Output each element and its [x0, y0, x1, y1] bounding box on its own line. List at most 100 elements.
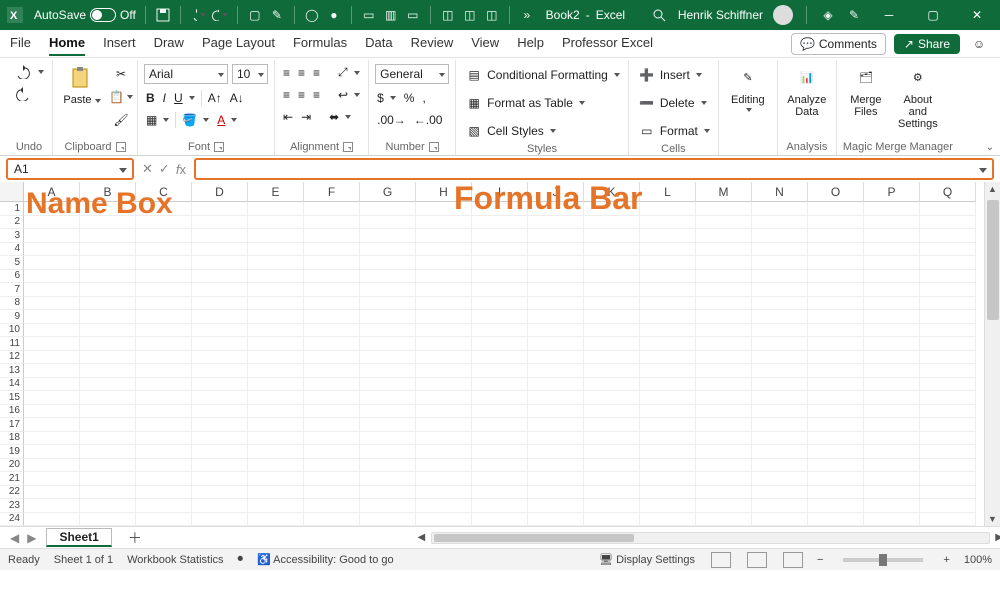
merge-center-button[interactable]: ⬌	[327, 109, 353, 125]
cell-G8[interactable]	[360, 297, 416, 311]
name-box[interactable]: A1	[6, 158, 134, 180]
row-header-11[interactable]: 11	[0, 337, 24, 351]
cell-L10[interactable]	[640, 324, 696, 338]
cell-Q11[interactable]	[920, 337, 976, 351]
undo-icon[interactable]	[190, 7, 206, 23]
cell-I18[interactable]	[472, 432, 528, 446]
cell-L7[interactable]	[640, 283, 696, 297]
cell-J6[interactable]	[528, 270, 584, 284]
column-header-F[interactable]: F	[304, 182, 360, 202]
column-header-C[interactable]: C	[136, 182, 192, 202]
row-header-6[interactable]: 6	[0, 270, 24, 284]
wrap-text-button[interactable]: ↩	[336, 87, 362, 103]
cell-P1[interactable]	[864, 202, 920, 216]
cell-I12[interactable]	[472, 351, 528, 365]
row-header-5[interactable]: 5	[0, 256, 24, 270]
cell-J16[interactable]	[528, 405, 584, 419]
cell-K16[interactable]	[584, 405, 640, 419]
cell-H3[interactable]	[416, 229, 472, 243]
cell-N12[interactable]	[752, 351, 808, 365]
add-sheet-button[interactable]: ＋	[128, 528, 142, 548]
cell-I24[interactable]	[472, 513, 528, 527]
row-header-1[interactable]: 1	[0, 202, 24, 216]
cell-M2[interactable]	[696, 216, 752, 230]
cell-A6[interactable]	[24, 270, 80, 284]
cell-A16[interactable]	[24, 405, 80, 419]
cell-I23[interactable]	[472, 499, 528, 513]
cell-F19[interactable]	[304, 445, 360, 459]
cell-J13[interactable]	[528, 364, 584, 378]
cell-C12[interactable]	[136, 351, 192, 365]
cell-F9[interactable]	[304, 310, 360, 324]
cell-P24[interactable]	[864, 513, 920, 527]
status-workbook-stats[interactable]: Workbook Statistics	[127, 554, 223, 566]
cell-G18[interactable]	[360, 432, 416, 446]
cell-K3[interactable]	[584, 229, 640, 243]
cell-Q24[interactable]	[920, 513, 976, 527]
cell-A9[interactable]	[24, 310, 80, 324]
cell-A19[interactable]	[24, 445, 80, 459]
tab-data[interactable]: Data	[365, 31, 392, 56]
cell-O2[interactable]	[808, 216, 864, 230]
conditional-formatting-button[interactable]: ▤Conditional Formatting	[462, 64, 622, 86]
column-header-I[interactable]: I	[472, 182, 528, 202]
cell-E14[interactable]	[248, 378, 304, 392]
analyze-data-button[interactable]: 📊 Analyze Data	[784, 64, 830, 118]
cell-P3[interactable]	[864, 229, 920, 243]
cell-B23[interactable]	[80, 499, 136, 513]
cell-L19[interactable]	[640, 445, 696, 459]
cell-I19[interactable]	[472, 445, 528, 459]
cell-E7[interactable]	[248, 283, 304, 297]
row-header-7[interactable]: 7	[0, 283, 24, 297]
cell-F3[interactable]	[304, 229, 360, 243]
cell-K24[interactable]	[584, 513, 640, 527]
cell-G16[interactable]	[360, 405, 416, 419]
cell-L15[interactable]	[640, 391, 696, 405]
cell-F4[interactable]	[304, 243, 360, 257]
cell-K8[interactable]	[584, 297, 640, 311]
cell-C16[interactable]	[136, 405, 192, 419]
cell-G7[interactable]	[360, 283, 416, 297]
cell-E21[interactable]	[248, 472, 304, 486]
cell-O12[interactable]	[808, 351, 864, 365]
zoom-slider-handle[interactable]	[879, 554, 887, 566]
cell-I5[interactable]	[472, 256, 528, 270]
cell-O9[interactable]	[808, 310, 864, 324]
cell-D13[interactable]	[192, 364, 248, 378]
bold-button[interactable]: B	[144, 90, 157, 106]
cell-L4[interactable]	[640, 243, 696, 257]
cell-H10[interactable]	[416, 324, 472, 338]
cell-M1[interactable]	[696, 202, 752, 216]
maximize-button[interactable]: ▢	[916, 0, 950, 30]
cell-Q6[interactable]	[920, 270, 976, 284]
cell-H23[interactable]	[416, 499, 472, 513]
cell-F14[interactable]	[304, 378, 360, 392]
cell-O17[interactable]	[808, 418, 864, 432]
cell-K18[interactable]	[584, 432, 640, 446]
cell-D5[interactable]	[192, 256, 248, 270]
cell-N14[interactable]	[752, 378, 808, 392]
cell-H22[interactable]	[416, 486, 472, 500]
tab-view[interactable]: View	[471, 31, 499, 56]
cell-H7[interactable]	[416, 283, 472, 297]
grow-font-button[interactable]: A↑	[206, 90, 224, 106]
decrease-indent-button[interactable]: ⇤	[281, 109, 295, 125]
cell-P13[interactable]	[864, 364, 920, 378]
cell-B11[interactable]	[80, 337, 136, 351]
copy-icon[interactable]: 📋	[111, 87, 131, 107]
cell-Q8[interactable]	[920, 297, 976, 311]
cell-B16[interactable]	[80, 405, 136, 419]
about-settings-button[interactable]: ⚙ About and Settings	[895, 64, 941, 130]
cell-M17[interactable]	[696, 418, 752, 432]
cell-L24[interactable]	[640, 513, 696, 527]
cell-D9[interactable]	[192, 310, 248, 324]
qat-icon-2[interactable]: ✎	[269, 7, 285, 23]
cell-F13[interactable]	[304, 364, 360, 378]
column-header-H[interactable]: H	[416, 182, 472, 202]
cell-K7[interactable]	[584, 283, 640, 297]
cell-F7[interactable]	[304, 283, 360, 297]
cell-G4[interactable]	[360, 243, 416, 257]
cell-O7[interactable]	[808, 283, 864, 297]
cell-N4[interactable]	[752, 243, 808, 257]
cell-D4[interactable]	[192, 243, 248, 257]
